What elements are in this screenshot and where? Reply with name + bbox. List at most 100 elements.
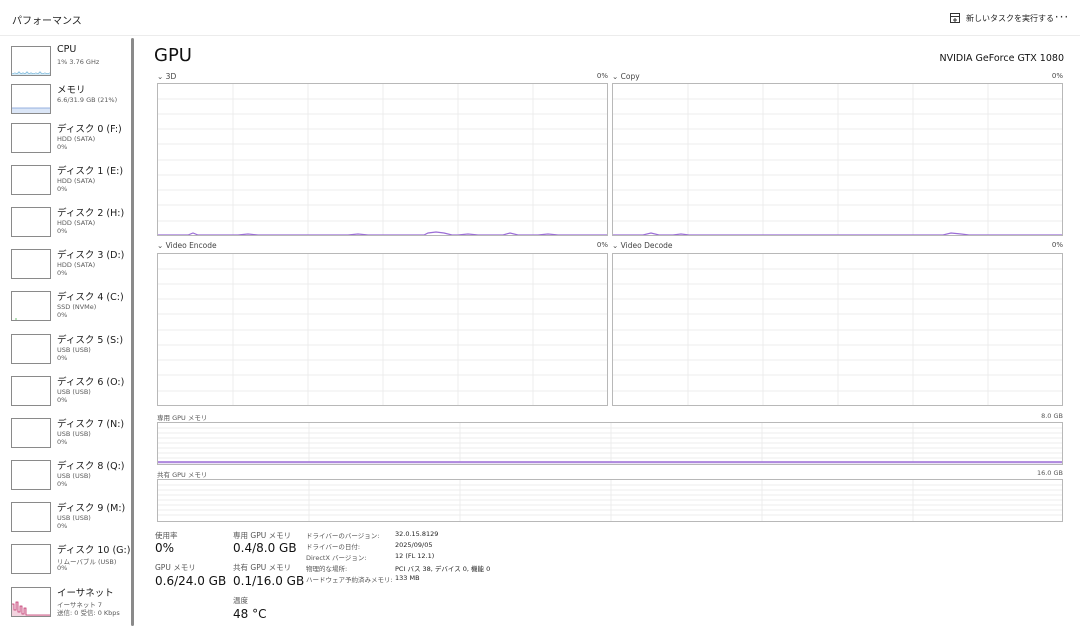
sidebar-item-disk-0[interactable]: ディスク 0 (F:) HDD (SATA) 0%	[0, 118, 128, 158]
directx-version-key: DirectX バージョン:	[306, 554, 367, 562]
physical-location-key: 物理的な場所:	[306, 565, 348, 573]
disk-thumbnail-graph	[11, 502, 51, 532]
engine-percent-video-encode: 0%	[596, 241, 608, 249]
memory-thumbnail-graph	[11, 84, 51, 114]
sidebar-item-name: CPU	[57, 44, 77, 55]
sidebar-item-type: USB (USB)	[57, 472, 91, 480]
sidebar-item-ethernet[interactable]: イーサネット イーサネット 7 送信: 0 受信: 0 Kbps	[0, 582, 128, 622]
driver-version-key: ドライバーのバージョン:	[306, 532, 380, 540]
sidebar-item-name: ディスク 0 (F:)	[57, 124, 122, 135]
page-title: パフォーマンス	[12, 16, 82, 27]
sidebar-item-percent: 0%	[57, 311, 68, 319]
sidebar-item-percent: 0%	[57, 522, 68, 530]
sidebar-item-name: ディスク 8 (Q:)	[57, 461, 125, 472]
shared-memory-label: 共有 GPU メモリ	[157, 471, 208, 479]
sidebar-item-disk-2[interactable]: ディスク 2 (H:) HDD (SATA) 0%	[0, 202, 128, 242]
gpu-heading: GPU	[154, 45, 192, 66]
reserved-memory-key: ハードウェア予約済みメモリ:	[306, 576, 393, 584]
disk-thumbnail-graph	[11, 376, 51, 406]
sidebar-item-disk-8[interactable]: ディスク 8 (Q:) USB (USB) 0%	[0, 455, 128, 495]
sidebar-item-name: メモリ	[57, 85, 86, 96]
usage-value: 0%	[155, 541, 175, 555]
disk-thumbnail-graph	[11, 334, 51, 364]
disk-thumbnail-graph	[11, 249, 51, 279]
sidebar-item-percent: 0%	[57, 227, 68, 235]
driver-date-key: ドライバーの日付:	[306, 543, 361, 551]
sidebar-item-type: USB (USB)	[57, 346, 91, 354]
engine-selector-video-encode[interactable]: ⌄ Video Encode	[157, 241, 217, 250]
sidebar-item-type: USB (USB)	[57, 430, 91, 438]
new-task-icon	[950, 12, 960, 23]
gpu-memory-label: GPU メモリ	[155, 563, 196, 572]
sidebar-item-throughput: 送信: 0 受信: 0 Kbps	[57, 609, 120, 617]
gpu-panel: GPU NVIDIA GeForce GTX 1080 ⌄ 3D 0% ⌄ Co…	[140, 38, 1080, 630]
graph-video-encode	[157, 253, 608, 406]
sidebar-item-type: USB (USB)	[57, 514, 91, 522]
sidebar-item-percent: 0%	[57, 396, 68, 404]
sidebar-item-name: ディスク 9 (M:)	[57, 503, 126, 514]
sidebar-item-name: ディスク 10 (G:)	[57, 545, 131, 556]
cpu-thumbnail-graph	[11, 46, 51, 76]
engine-selector-video-decode[interactable]: ⌄ Video Decode	[612, 241, 673, 250]
run-new-task-button[interactable]: 新しいタスクを実行する	[950, 10, 1054, 26]
sidebar-item-disk-9[interactable]: ディスク 9 (M:) USB (USB) 0%	[0, 497, 128, 537]
sidebar-scrollbar[interactable]	[131, 38, 134, 626]
sidebar-item-type: SSD (NVMe)	[57, 303, 97, 311]
graph-copy	[612, 83, 1063, 236]
sidebar-item-type: HDD (SATA)	[57, 219, 96, 227]
disk-thumbnail-graph	[11, 544, 51, 574]
sidebar-item-disk-1[interactable]: ディスク 1 (E:) HDD (SATA) 0%	[0, 160, 128, 200]
more-icon: ···	[1054, 10, 1070, 24]
sidebar-item-percent: 0%	[57, 143, 68, 151]
disk-thumbnail-graph	[11, 165, 51, 195]
disk-thumbnail-graph	[11, 123, 51, 153]
sidebar-item-name: ディスク 5 (S:)	[57, 335, 124, 346]
engine-selector-3d[interactable]: ⌄ 3D	[157, 72, 176, 81]
engine-percent-3d: 0%	[596, 72, 608, 80]
disk-thumbnail-graph	[11, 418, 51, 448]
sidebar-item-disk-4[interactable]: ディスク 4 (C:) SSD (NVMe) 0%	[0, 286, 128, 326]
graph-video-decode	[612, 253, 1063, 406]
ethernet-thumbnail-graph	[11, 587, 51, 617]
sidebar-item-name: ディスク 1 (E:)	[57, 166, 124, 177]
engine-percent-copy: 0%	[1051, 72, 1063, 80]
gpu-memory-value: 0.6/24.0 GB	[155, 574, 227, 588]
sidebar: CPU 1% 3.76 GHz メモリ 6.6/31.9 GB (21%) ディ…	[0, 38, 136, 630]
dedicated-memory-label: 専用 GPU メモリ	[157, 414, 208, 422]
sidebar-item-percent: 0%	[57, 564, 68, 572]
disk-thumbnail-graph	[11, 291, 51, 321]
gpu-model-name: NVIDIA GeForce GTX 1080	[939, 53, 1064, 64]
graph-dedicated-memory	[157, 422, 1063, 465]
sidebar-item-memory[interactable]: メモリ 6.6/31.9 GB (21%)	[0, 79, 128, 119]
disk-thumbnail-graph	[11, 460, 51, 490]
sidebar-item-disk-3[interactable]: ディスク 3 (D:) HDD (SATA) 0%	[0, 244, 128, 284]
disk-thumbnail-graph	[11, 207, 51, 237]
sidebar-item-type: HDD (SATA)	[57, 177, 96, 185]
sidebar-item-disk-5[interactable]: ディスク 5 (S:) USB (USB) 0%	[0, 329, 128, 369]
sidebar-item-detail: 6.6/31.9 GB (21%)	[57, 96, 118, 104]
dedicated-memory-stat-label: 専用 GPU メモリ	[233, 531, 292, 540]
engine-selector-copy[interactable]: ⌄ Copy	[612, 72, 640, 81]
usage-label: 使用率	[155, 531, 178, 540]
graph-shared-memory	[157, 479, 1063, 522]
shared-memory-max: 16.0 GB	[1036, 469, 1063, 477]
sidebar-item-disk-6[interactable]: ディスク 6 (O:) USB (USB) 0%	[0, 371, 128, 411]
dedicated-memory-stat-value: 0.4/8.0 GB	[233, 541, 297, 555]
sidebar-item-detail: 1% 3.76 GHz	[57, 58, 100, 66]
sidebar-item-percent: 0%	[57, 438, 68, 446]
more-options-button[interactable]: ···	[1052, 8, 1072, 26]
sidebar-item-cpu[interactable]: CPU 1% 3.76 GHz	[0, 41, 128, 81]
sidebar-item-type: HDD (SATA)	[57, 261, 96, 269]
sidebar-item-disk-7[interactable]: ディスク 7 (N:) USB (USB) 0%	[0, 413, 128, 453]
sidebar-item-disk-10[interactable]: ディスク 10 (G:) リムーバブル (USB) 0%	[0, 539, 131, 579]
sidebar-item-type: USB (USB)	[57, 388, 91, 396]
engine-percent-video-decode: 0%	[1051, 241, 1063, 249]
sidebar-item-name: イーサネット	[57, 588, 114, 599]
driver-date-value: 2025/09/05	[395, 541, 433, 549]
directx-version-value: 12 (FL 12.1)	[395, 552, 435, 560]
sidebar-item-percent: 0%	[57, 269, 68, 277]
sidebar-item-name: ディスク 2 (H:)	[57, 208, 125, 219]
temperature-label: 温度	[233, 596, 248, 605]
sidebar-item-name: ディスク 4 (C:)	[57, 292, 124, 303]
header-bar: パフォーマンス 新しいタスクを実行する ···	[0, 0, 1080, 36]
